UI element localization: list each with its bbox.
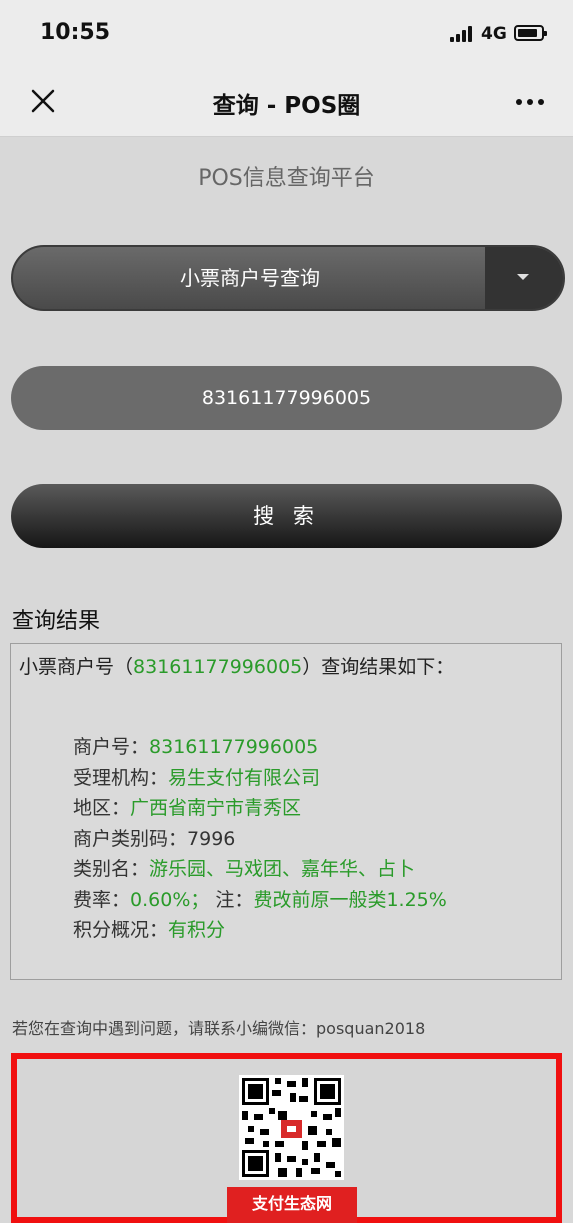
result-row-merchant-id: 商户号：83161177996005 [73,732,447,763]
row-value: 0.60%； [130,888,210,911]
dropdown-toggle[interactable] [485,247,563,309]
row-label: 类别名： [73,858,150,880]
row-label: 受理机构： [73,766,169,789]
row-label: 商户类别码： [73,827,188,850]
query-type-select[interactable]: 小票商户号查询 [11,245,565,311]
result-row-category-name: 类别名：游乐园、马戏团、嘉年华、占卜 [73,854,447,885]
row-label: 地区： [73,797,131,819]
qr-code [239,1075,344,1180]
platform-title: POS信息查询平台 [198,166,375,191]
result-intro-number: 83161177996005 [133,656,303,678]
row-label: 费率： [73,888,131,911]
result-panel: 小票商户号（83161177996005）查询结果如下： 商户号：8316117… [10,643,562,980]
nav-bar: 查询 - POS圈 [0,66,573,137]
row-value: 有积分 [168,919,226,941]
row-value: 易生支付有限公司 [168,766,321,789]
row-value: 游乐园、马戏团、嘉年华、占卜 [149,858,416,880]
page-title: 查询 - POS圈 [212,93,361,119]
status-bar: 10:55 4G [0,0,573,66]
result-row-fee-rate: 费率：0.60%； 注：费改前原一般类1.25% [73,885,447,916]
row-value: 广西省南宁市青秀区 [130,797,302,819]
result-row-region: 地区：广西省南宁市青秀区 [73,793,447,824]
row-value: 7996 [187,827,236,850]
signal-icon [450,26,474,42]
search-button[interactable]: 搜 索 [11,484,562,548]
promo-banner: 支付生态网 [227,1187,357,1223]
row-note-label: 注： [215,888,254,911]
contact-note: 若您在查询中遇到问题，请联系小编微信：posquan2018 [12,1019,426,1038]
merchant-number-input[interactable] [11,366,562,430]
row-note-value: 费改前原一般类1.25% [253,888,447,911]
result-intro: 小票商户号（83161177996005）查询结果如下： [19,652,454,679]
chevron-down-icon [517,274,529,280]
status-time: 10:55 [40,20,111,45]
result-intro-suffix: ）查询结果如下： [302,656,455,678]
more-button[interactable] [510,92,550,112]
result-row-points: 积分概况：有积分 [73,915,447,946]
battery-icon [514,25,547,41]
result-intro-prefix: 小票商户号（ [19,656,134,678]
row-label: 商户号： [73,736,150,758]
result-row-mcc: 商户类别码：7996 [73,824,447,855]
promo-box: 支付生态网 [11,1053,562,1223]
row-value: 83161177996005 [149,736,319,758]
network-type: 4G [481,24,507,44]
row-label: 积分概况： [73,919,169,941]
result-heading: 查询结果 [12,609,101,634]
result-rows: 商户号：83161177996005 受理机构：易生支付有限公司 地区：广西省南… [73,732,447,946]
query-type-selected: 小票商户号查询 [180,266,320,290]
result-row-acquirer: 受理机构：易生支付有限公司 [73,763,447,794]
